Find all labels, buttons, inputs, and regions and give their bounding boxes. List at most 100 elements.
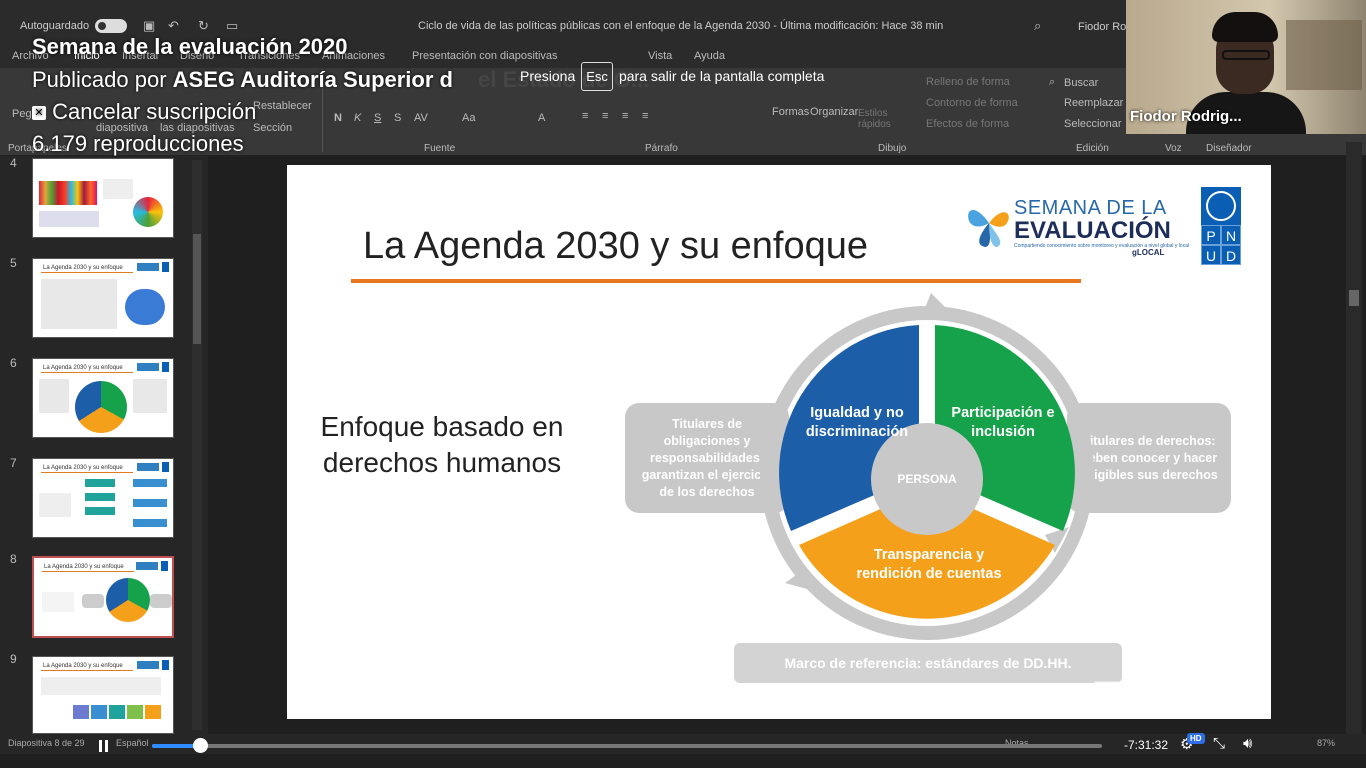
group-font-label: Fuente xyxy=(424,143,456,154)
center-label: PERSONA xyxy=(897,472,957,486)
fullscreen-hint-after: para salir de la pantalla completa xyxy=(618,68,825,84)
thumbnail-scrollbar[interactable] xyxy=(192,160,202,730)
document-title: Ciclo de vida de las políticas públicas … xyxy=(418,20,944,32)
section-button[interactable]: Sección xyxy=(253,122,292,134)
group-designer-label: Diseñador xyxy=(1206,143,1252,154)
undp-letter: D xyxy=(1221,245,1241,265)
thumb-rule xyxy=(41,472,133,473)
font-color-button[interactable]: A xyxy=(538,112,545,124)
thumb-undp-logo xyxy=(162,462,169,472)
slide-thumbnail-6[interactable]: La Agenda 2030 y su enfoque xyxy=(32,358,174,438)
thumb-number: 9 xyxy=(10,652,17,666)
un-globe-icon xyxy=(1206,191,1236,221)
tab-vista[interactable]: Vista xyxy=(648,50,672,62)
slide-thumbnail-9[interactable]: La Agenda 2030 y su enfoque xyxy=(32,656,174,734)
video-title[interactable]: Semana de la evaluación 2020 xyxy=(32,34,348,60)
exit-fullscreen-icon[interactable]: ⤡ xyxy=(1213,735,1225,752)
redo-icon[interactable]: ↻ xyxy=(198,18,209,34)
logo-glocal: gLOCAL xyxy=(1132,248,1165,257)
thumb-title: La Agenda 2030 y su enfoque xyxy=(43,465,123,471)
strike-button[interactable]: S xyxy=(394,112,401,124)
shape-outline-button[interactable]: Contorno de forma xyxy=(926,97,1018,109)
segment-green-label: Participación e xyxy=(951,405,1054,421)
segment-blue-label: Igualdad y no xyxy=(810,405,904,421)
thumb-number: 8 xyxy=(10,552,17,566)
slide-thumbnail-8[interactable]: La Agenda 2030 y su enfoque xyxy=(32,556,174,638)
save-icon[interactable]: ▣ xyxy=(143,18,155,34)
autosave-label: Autoguardado xyxy=(20,20,90,32)
segment-green-label: inclusión xyxy=(971,424,1035,440)
find-icon[interactable]: ⌕ xyxy=(1049,76,1055,89)
editor-scrollbar[interactable] xyxy=(1346,142,1362,734)
editor-scroll-thumb[interactable] xyxy=(1349,290,1359,306)
spacing-button[interactable]: AV xyxy=(414,112,428,124)
slide-canvas[interactable]: La Agenda 2030 y su enfoque SEMANA DE LA… xyxy=(287,165,1271,719)
unsubscribe-label: Cancelar suscripción xyxy=(52,99,257,124)
thumb-undp-logo xyxy=(161,561,168,571)
undp-logo: P N U D xyxy=(1201,187,1241,265)
thumb-number: 6 xyxy=(10,356,17,370)
present-icon[interactable]: ▭ xyxy=(226,18,238,34)
shape-effects-button[interactable]: Efectos de forma xyxy=(926,118,1009,130)
thumbnail-pane xyxy=(0,156,208,734)
logo-line2: EVALUACIÓN xyxy=(1014,217,1171,244)
replace-button[interactable]: Reemplazar xyxy=(1064,97,1123,109)
approach-heading: Enfoque basado en derechos humanos xyxy=(320,411,564,478)
thumb-logo xyxy=(136,562,158,570)
rights-cycle-diagram: Igualdad y no discriminación Participaci… xyxy=(760,293,1094,640)
underline-button[interactable]: S xyxy=(374,112,381,124)
thumbnail-scroll-thumb[interactable] xyxy=(193,234,201,344)
esc-key: Esc xyxy=(581,62,613,91)
shape-fill-button[interactable]: Relleno de forma xyxy=(926,76,1010,88)
undp-letter: N xyxy=(1221,225,1241,245)
slide-thumbnail-5[interactable]: La Agenda 2030 y su enfoque xyxy=(32,258,174,338)
volume-icon[interactable]: 🔊︎ xyxy=(1243,735,1252,752)
group-drawing-label: Dibujo xyxy=(878,143,907,154)
unsubscribe-link[interactable]: ✕ Cancelar suscripción xyxy=(32,99,256,125)
thumb-title: La Agenda 2030 y su enfoque xyxy=(43,663,123,669)
segment-orange-label: Transparencia y xyxy=(874,547,984,563)
shapes-button[interactable]: Formas xyxy=(772,106,809,118)
justify-icon[interactable]: ≡ xyxy=(642,110,648,122)
pause-icon[interactable] xyxy=(98,740,110,752)
publisher-name[interactable]: ASEG Auditoría Superior d xyxy=(173,67,453,92)
search-icon[interactable]: ⌕ xyxy=(1034,18,1041,34)
thumb-undp-logo xyxy=(162,660,169,670)
undp-letter: P xyxy=(1201,225,1221,245)
undo-icon[interactable]: ↶ xyxy=(168,18,179,34)
case-button[interactable]: Aa xyxy=(462,112,475,124)
bold-button[interactable]: N xyxy=(334,112,342,124)
progress-knob[interactable] xyxy=(193,738,208,753)
autosave-toggle[interactable] xyxy=(95,19,127,33)
fullscreen-hint-before: Presiona xyxy=(520,68,576,84)
thumb-logo xyxy=(137,263,159,271)
thumb-logo xyxy=(137,463,159,471)
tab-presentacion[interactable]: Presentación con diapositivas xyxy=(412,50,558,62)
align-center-icon[interactable]: ≡ xyxy=(602,110,608,122)
thumb-number: 7 xyxy=(10,456,17,470)
undp-letter: U xyxy=(1201,245,1221,265)
quick-styles-button[interactable]: Estilos rápidos xyxy=(858,108,898,130)
publisher-prefix: Publicado por xyxy=(32,67,173,92)
find-button[interactable]: Buscar xyxy=(1064,77,1098,89)
italic-button[interactable]: K xyxy=(354,112,361,124)
close-icon: ✕ xyxy=(32,106,46,121)
reset-button[interactable]: Restablecer xyxy=(253,100,312,112)
thumb-number: 5 xyxy=(10,256,17,270)
view-count: 6.179 reproducciones xyxy=(32,131,244,156)
slide-thumbnail-7[interactable]: La Agenda 2030 y su enfoque xyxy=(32,458,174,538)
user-name[interactable]: Fiodor Ro xyxy=(1078,21,1126,33)
butterfly-logo-icon xyxy=(968,209,1009,247)
thumb-logo xyxy=(137,661,159,669)
segment-blue-label: discriminación xyxy=(806,424,908,440)
align-right-icon[interactable]: ≡ xyxy=(622,110,628,122)
reference-framework-box: Marco de referencia: estándares de DD.HH… xyxy=(734,643,1122,683)
align-left-icon[interactable]: ≡ xyxy=(582,110,588,122)
thumb-number: 4 xyxy=(10,156,17,170)
thumb-title: La Agenda 2030 y su enfoque xyxy=(44,564,124,570)
select-button[interactable]: Seleccionar xyxy=(1064,118,1121,130)
progress-track[interactable] xyxy=(152,744,1102,748)
slide-thumbnail-4[interactable] xyxy=(32,158,174,238)
arrange-button[interactable]: Organizar xyxy=(810,106,858,118)
tab-ayuda[interactable]: Ayuda xyxy=(694,50,725,62)
